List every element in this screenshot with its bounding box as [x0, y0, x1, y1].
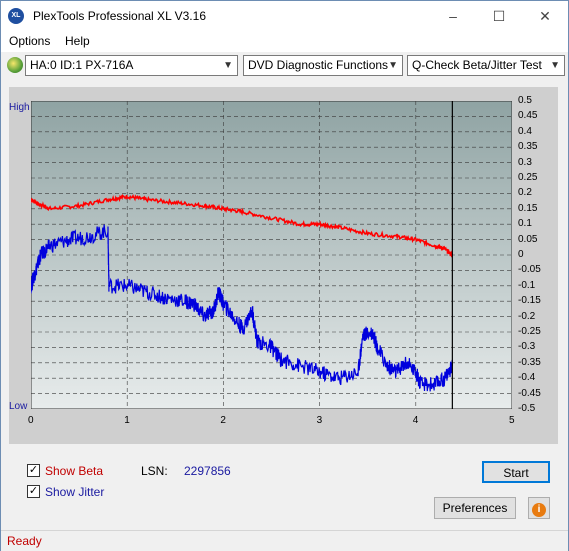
y-tick-label: 0.1 [518, 218, 532, 230]
y-tick-label: 0.15 [518, 202, 538, 214]
window-title: PlexTools Professional XL V3.16 [33, 9, 206, 23]
lsn-label: LSN: [141, 464, 168, 478]
title-bar[interactable]: XL PlexTools Professional XL V3.16 – ☐ ✕ [1, 1, 568, 31]
options-panel: ✓ Show Beta ✓ Show Jitter LSN: 2297856 S… [9, 453, 558, 525]
close-button[interactable]: ✕ [522, 1, 568, 31]
minimize-button[interactable]: – [430, 1, 476, 31]
chevron-down-icon: ▼ [223, 60, 233, 71]
y-tick-label: -0.3 [518, 341, 536, 353]
test-select-value: Q-Check Beta/Jitter Test [412, 58, 542, 72]
y-tick-label: -0.5 [518, 403, 536, 414]
y-tick-label: 0 [518, 249, 524, 260]
y-tick-label: 0.2 [518, 187, 532, 199]
x-tick-label: 3 [316, 415, 323, 426]
y-tick-label: 0.5 [518, 95, 532, 106]
y-tick-label: 0.45 [518, 110, 538, 122]
x-tick-label: 1 [124, 415, 130, 426]
disc-icon [7, 57, 23, 73]
lsn-value: 2297856 [184, 464, 231, 478]
chart-panel: High Low 0.5 0.45 0.4 0.35 0.3 0.25 0.2 0.15 0.1… [9, 87, 558, 444]
y-tick-label: 0.4 [518, 125, 532, 137]
y-tick-label: 0.35 [518, 141, 538, 153]
menu-help[interactable]: Help [65, 34, 90, 48]
info-button[interactable]: i [528, 497, 550, 519]
y-tick-label: -0.15 [518, 295, 541, 307]
drive-select-value: HA:0 ID:1 PX-716A [30, 58, 134, 72]
y-tick-label: -0.1 [518, 279, 536, 291]
test-select[interactable]: Q-Check Beta/Jitter Test ▼ [407, 55, 565, 76]
x-tick-label: 4 [412, 415, 419, 426]
toolbar: HA:0 ID:1 PX-716A ▼ DVD Diagnostic Funct… [1, 53, 568, 79]
y-tick-label: 0.05 [518, 233, 538, 245]
y-tick-label: -0.25 [518, 326, 541, 337]
function-select-value: DVD Diagnostic Functions [248, 58, 389, 72]
function-select[interactable]: DVD Diagnostic Functions ▼ [243, 55, 403, 76]
y-tick-label: -0.2 [518, 310, 536, 322]
menu-options[interactable]: Options [9, 34, 50, 48]
x-tick-label: 0 [28, 415, 34, 426]
status-text: Ready [7, 534, 42, 548]
menu-bar: Options Help [1, 31, 568, 52]
preferences-button[interactable]: Preferences [434, 497, 516, 519]
y-tick-label: -0.05 [518, 264, 541, 276]
y-axis-low-label: Low [9, 401, 28, 412]
y-tick-label: 0.25 [518, 172, 538, 183]
show-beta-checkbox[interactable]: ✓ [27, 464, 40, 477]
x-tick-label: 5 [509, 415, 515, 426]
show-beta-label: Show Beta [45, 464, 104, 478]
show-jitter-checkbox[interactable]: ✓ [27, 485, 40, 498]
y-tick-label: 0.3 [518, 156, 532, 168]
y-axis-high-label: High [9, 102, 30, 113]
beta-jitter-chart [31, 101, 512, 409]
x-tick-label: 2 [220, 415, 226, 426]
info-icon: i [532, 503, 546, 517]
chevron-down-icon: ▼ [550, 60, 560, 71]
drive-select[interactable]: HA:0 ID:1 PX-716A ▼ [25, 55, 238, 76]
start-button[interactable]: Start [482, 461, 550, 483]
y-tick-label: -0.35 [518, 356, 541, 368]
maximize-button[interactable]: ☐ [476, 1, 522, 31]
y-tick-label: -0.45 [518, 387, 541, 399]
app-window: XL PlexTools Professional XL V3.16 – ☐ ✕… [0, 0, 569, 551]
y-tick-label: -0.4 [518, 372, 536, 384]
status-bar: Ready [1, 530, 568, 551]
show-jitter-label: Show Jitter [45, 485, 105, 499]
app-logo-icon: XL [8, 8, 24, 24]
chevron-down-icon: ▼ [388, 60, 398, 71]
